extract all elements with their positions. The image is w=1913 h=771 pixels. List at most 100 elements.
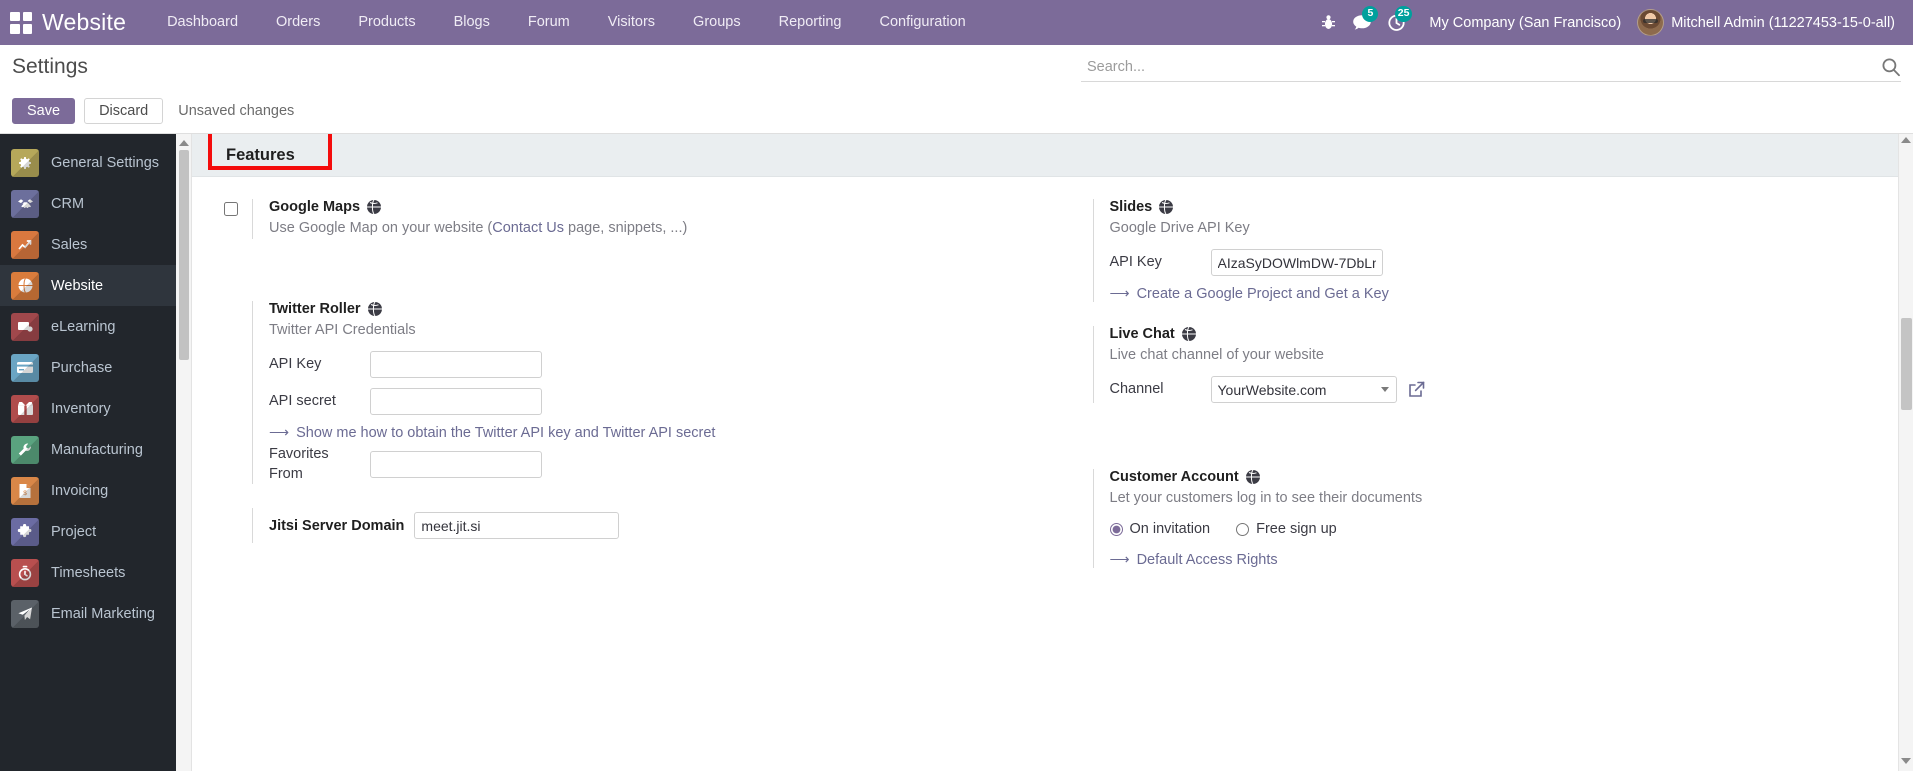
nav-item-products[interactable]: Products [339, 0, 434, 45]
website-scope-globe-icon[interactable] [1158, 199, 1174, 215]
live-chat-channel-select-wrap [1210, 376, 1397, 404]
twitter-help-link[interactable]: ⟶ Show me how to obtain the Twitter API … [269, 424, 1053, 441]
sidebar-item-invoicing[interactable]: $ Invoicing [0, 470, 176, 511]
box-icon [11, 394, 39, 423]
sidebar-item-label: Email Marketing [51, 605, 155, 622]
app-brand-title[interactable]: Website [42, 9, 126, 36]
setting-twitter-roller: Twitter Roller Twitter API Credentials A… [212, 293, 1053, 490]
nav-item-blogs[interactable]: Blogs [435, 0, 509, 45]
sidebar-item-website[interactable]: Website [0, 265, 176, 306]
sidebar-item-label: General Settings [51, 154, 160, 171]
sidebar-item-email-marketing[interactable]: Email Marketing [0, 593, 176, 634]
search-input[interactable] [1087, 58, 1881, 75]
scroll-down-arrow-icon[interactable] [1901, 758, 1911, 764]
jitsi-domain-input[interactable] [414, 512, 620, 540]
slides-title-row: Slides [1110, 199, 1913, 215]
apps-grid-icon[interactable] [10, 11, 32, 34]
sidebar-item-sales[interactable]: Sales [0, 224, 176, 265]
section-title: Features [226, 145, 295, 164]
radio-on-invitation-label: On invitation [1129, 521, 1211, 538]
live-chat-channel-select[interactable] [1210, 376, 1397, 404]
sidebar-item-crm[interactable]: CRM [0, 183, 176, 224]
nav-item-reporting[interactable]: Reporting [760, 0, 861, 45]
external-link-icon[interactable] [1407, 380, 1426, 399]
twitter-api-key-row: API Key [269, 351, 1053, 379]
nav-item-configuration[interactable]: Configuration [860, 0, 984, 45]
google-maps-checkbox[interactable] [224, 202, 238, 216]
activities-icon[interactable]: 25 [1379, 0, 1413, 45]
settings-scroll-gutter[interactable] [176, 134, 192, 771]
website-scope-globe-icon[interactable] [1245, 469, 1261, 485]
sidebar-item-label: Invoicing [51, 482, 109, 499]
twitter-roller-description: Twitter API Credentials [269, 322, 416, 339]
slides-api-key-input[interactable] [1210, 249, 1383, 277]
twitter-api-key-input[interactable] [370, 351, 542, 379]
avatar[interactable] [1637, 9, 1665, 36]
customer-account-options: On invitation Free sign up [1109, 521, 1913, 538]
twitter-roller-body: Twitter Roller Twitter API Credentials A… [252, 301, 1053, 485]
sidebar-item-general-settings[interactable]: General Settings [0, 142, 176, 183]
activities-badge: 25 [1394, 6, 1413, 22]
messages-icon[interactable]: 5 [1345, 0, 1379, 45]
bug-icon[interactable] [1311, 0, 1345, 45]
slides-api-key-row: API Key [1110, 249, 1913, 277]
save-button[interactable]: Save [12, 98, 76, 124]
main-body: General Settings CRM Sales Website eLear… [0, 134, 1913, 771]
google-maps-title: Google Maps [269, 199, 361, 215]
search-bar[interactable] [1081, 52, 1901, 82]
sidebar-item-inventory[interactable]: Inventory [0, 388, 176, 429]
scroll-up-arrow-icon[interactable] [1901, 137, 1911, 143]
slides-description: Google Drive API Key [1109, 220, 1250, 236]
gear-icon [11, 148, 39, 177]
sidebar-item-purchase[interactable]: Purchase [0, 347, 176, 388]
twitter-favorites-row: Favorites From [269, 445, 1053, 484]
settings-sidebar: General Settings CRM Sales Website eLear… [0, 134, 176, 771]
company-selector[interactable]: My Company (San Francisco) [1413, 15, 1637, 31]
nav-item-orders[interactable]: Orders [257, 0, 339, 45]
radio-on-invitation[interactable] [1109, 522, 1123, 536]
nav-item-groups[interactable]: Groups [674, 0, 760, 45]
website-scope-globe-icon[interactable] [367, 301, 383, 317]
default-access-rights-label: Default Access Rights [1136, 551, 1278, 568]
sidebar-item-label: eLearning [51, 318, 116, 335]
discard-button[interactable]: Discard [84, 98, 164, 124]
twitter-api-secret-label: API secret [269, 392, 336, 409]
radio-free-sign-up-label: Free sign up [1256, 521, 1337, 538]
nav-item-visitors[interactable]: Visitors [589, 0, 674, 45]
page-scrollbar[interactable] [1898, 134, 1913, 771]
contact-us-link[interactable]: Contact Us [492, 220, 564, 236]
arrow-right-icon: ⟶ [269, 424, 290, 441]
credit-card-icon [11, 353, 39, 382]
features-section-header: Features [192, 134, 1913, 177]
user-menu[interactable]: Mitchell Admin (11227453-15-0-all) [1671, 15, 1901, 31]
slides-help-link[interactable]: ⟶ Create a Google Project and Get a Key [1110, 285, 1913, 302]
scroll-up-arrow-icon[interactable] [178, 140, 189, 146]
page-scrollbar-thumb[interactable] [1901, 318, 1912, 410]
nav-item-forum[interactable]: Forum [509, 0, 589, 45]
favorites-label-line1: Favorites [269, 446, 329, 463]
search-icon[interactable] [1881, 57, 1901, 77]
website-scope-globe-icon[interactable] [366, 199, 382, 215]
radio-free-sign-up[interactable] [1236, 522, 1250, 536]
sidebar-item-project[interactable]: Project [0, 511, 176, 552]
sidebar-item-label: Timesheets [51, 564, 126, 581]
nav-item-dashboard[interactable]: Dashboard [148, 0, 257, 45]
default-access-rights-link[interactable]: ⟶ Default Access Rights [1110, 551, 1913, 568]
chart-line-icon [11, 230, 39, 259]
scrollbar-thumb[interactable] [179, 150, 189, 360]
customer-account-spacer [1053, 469, 1093, 568]
twitter-api-secret-input[interactable] [370, 388, 542, 416]
sidebar-item-timesheets[interactable]: Timesheets [0, 552, 176, 593]
twitter-spacer [212, 301, 252, 484]
twitter-favorites-input[interactable] [370, 451, 542, 479]
unsaved-changes-status: Unsaved changes [178, 103, 295, 119]
setting-google-maps: Google Maps Use Google Map on your websi… [212, 191, 1053, 245]
twitter-roller-title: Twitter Roller [269, 301, 361, 318]
customer-account-title: Customer Account [1109, 469, 1239, 486]
sidebar-item-elearning[interactable]: eLearning [0, 306, 176, 347]
live-chat-spacer [1053, 326, 1093, 403]
globe-icon [11, 271, 39, 300]
sidebar-item-manufacturing[interactable]: Manufacturing [0, 429, 176, 470]
website-scope-globe-icon[interactable] [1181, 326, 1197, 342]
customer-account-body: Customer Account Let your customers log … [1092, 469, 1913, 569]
